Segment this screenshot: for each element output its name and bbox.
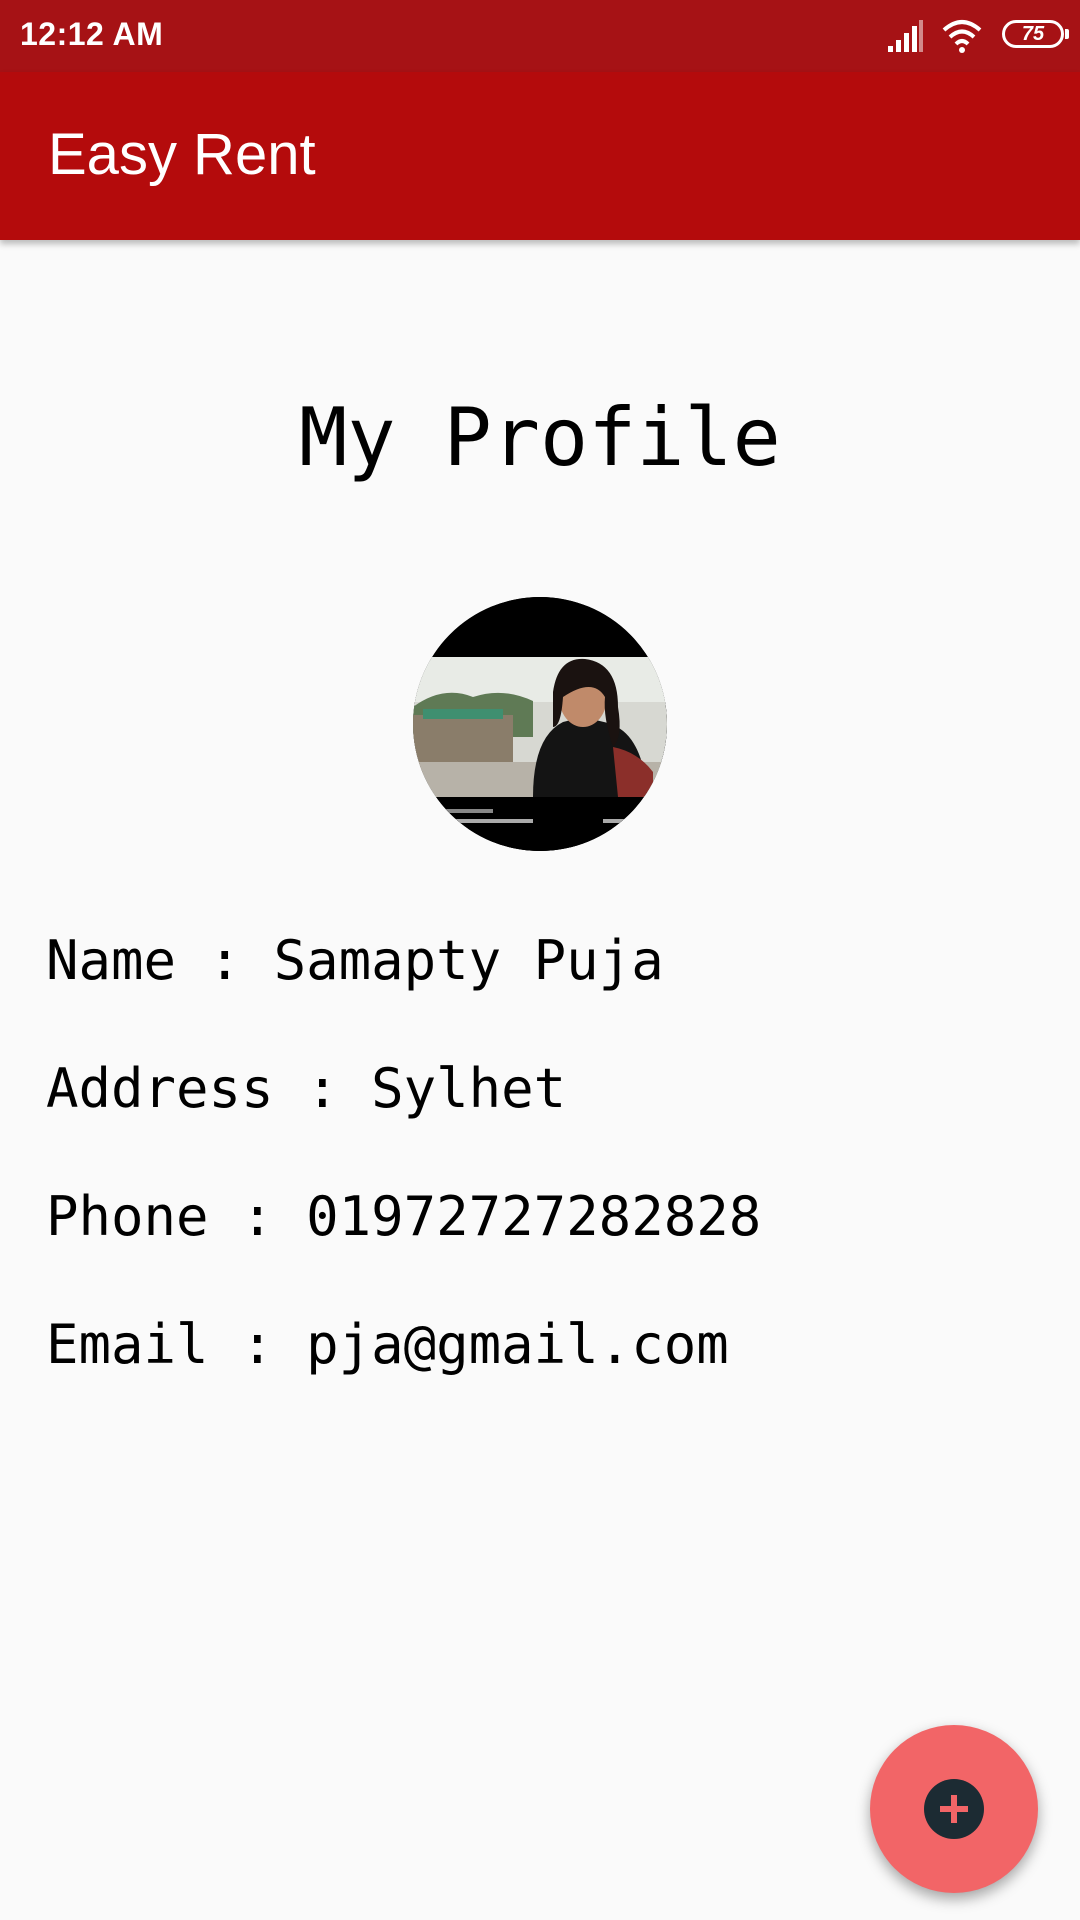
status-bar: 12:12 AM 75: [0, 0, 1080, 72]
avatar-photo: [413, 597, 667, 851]
phone-text: Phone : 01972727282828: [46, 1185, 762, 1248]
wifi-icon: [942, 20, 982, 53]
address-text: Address : Sylhet: [46, 1057, 567, 1120]
status-time: 12:12 AM: [20, 16, 164, 52]
add-icon: [924, 1779, 984, 1839]
add-button[interactable]: [870, 1725, 1038, 1893]
signal-icon: [888, 20, 923, 52]
battery-icon: 75: [1002, 20, 1069, 48]
name-text: Name : Samapty Puja: [46, 929, 664, 992]
avatar: [413, 597, 667, 851]
app-title: Easy Rent: [48, 122, 316, 187]
app-bar: Easy Rent: [0, 72, 1080, 240]
page-title: My Profile: [299, 391, 781, 484]
email-text: Email : pja@gmail.com: [46, 1313, 729, 1376]
